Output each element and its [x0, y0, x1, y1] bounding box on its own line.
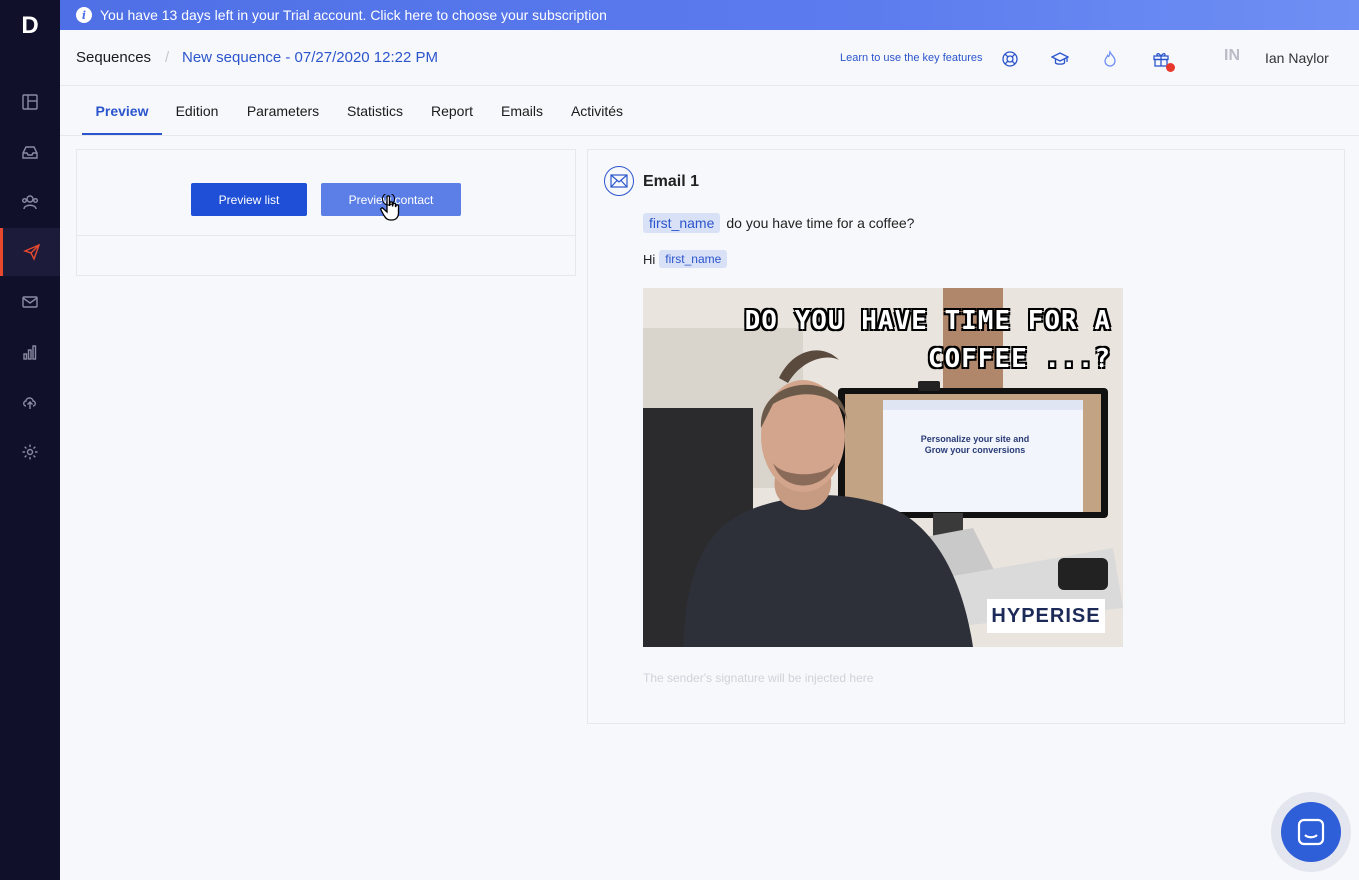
- header: Sequences / New sequence - 07/27/2020 12…: [60, 30, 1359, 86]
- learn-features-link[interactable]: Learn to use the key features: [840, 52, 982, 64]
- subject-variable-tag: first_name: [643, 213, 721, 233]
- monitor-text-line-2: Grow your conversions: [924, 445, 1026, 455]
- email-preview-card: Email 1 first_name do you have time for …: [587, 149, 1345, 724]
- tab-bar: Preview Edition Parameters Statistics Re…: [60, 86, 1359, 136]
- flame-icon[interactable]: [1101, 50, 1119, 68]
- sidebar-item-contacts[interactable]: [0, 178, 60, 226]
- hand-cursor-icon: [380, 194, 400, 221]
- mail-icon: [22, 296, 38, 308]
- greeting-variable-tag: first_name: [659, 250, 728, 268]
- graduation-cap-icon[interactable]: [1051, 50, 1069, 68]
- sidebar-item-inbox[interactable]: [0, 128, 60, 176]
- tab-statistics[interactable]: Statistics: [345, 86, 405, 135]
- personalized-video-image[interactable]: DO YOU HAVE TIME FOR A COFFEE ...? Perso…: [643, 288, 1123, 647]
- info-icon: i: [76, 7, 92, 23]
- notification-dot: [1166, 63, 1175, 72]
- sidebar: D: [0, 0, 60, 880]
- chat-widget-button[interactable]: [1271, 792, 1351, 872]
- user-name[interactable]: Ian Naylor: [1265, 50, 1329, 66]
- monitor-screen-text: Personalize your site and Grow your conv…: [905, 434, 1045, 456]
- video-headline-line-2: COFFEE ...?: [927, 344, 1111, 374]
- hyperise-logo: HYPERISE: [987, 599, 1105, 633]
- cloud-upload-icon: [23, 397, 36, 409]
- avatar[interactable]: IN: [1224, 47, 1240, 65]
- sidebar-item-emails[interactable]: [0, 278, 60, 326]
- preview-controls-card: Preview list Preview contact: [76, 149, 576, 276]
- contacts-icon: [22, 195, 38, 210]
- subject-text: do you have time for a coffee?: [726, 215, 915, 231]
- sidebar-item-sequences[interactable]: [0, 228, 60, 276]
- email-subject: first_name do you have time for a coffee…: [643, 213, 914, 233]
- chat-bubble: [1281, 802, 1341, 862]
- breadcrumb-separator: /: [165, 49, 170, 66]
- card-divider: [77, 235, 575, 236]
- breadcrumb-current-sequence[interactable]: New sequence - 07/27/2020 12:22 PM: [182, 49, 438, 66]
- layout-icon: [22, 94, 38, 110]
- sidebar-item-dashboard[interactable]: [0, 78, 60, 126]
- envelope-icon: [610, 174, 628, 188]
- email-badge: [604, 166, 634, 196]
- signature-placeholder: The sender's signature will be injected …: [643, 671, 874, 685]
- trial-banner-text: You have 13 days left in your Trial acco…: [100, 7, 607, 23]
- tab-emails[interactable]: Emails: [499, 86, 545, 135]
- app-logo[interactable]: D: [18, 14, 42, 38]
- trial-banner[interactable]: i You have 13 days left in your Trial ac…: [60, 0, 1359, 30]
- sidebar-item-upload[interactable]: [0, 378, 60, 426]
- video-headline: DO YOU HAVE TIME FOR A COFFEE ...?: [745, 302, 1111, 378]
- sidebar-item-statistics[interactable]: [0, 328, 60, 376]
- video-headline-line-1: DO YOU HAVE TIME FOR A: [744, 306, 1111, 336]
- tab-preview[interactable]: Preview: [82, 86, 162, 135]
- tab-parameters[interactable]: Parameters: [244, 86, 322, 135]
- send-icon: [22, 243, 40, 261]
- monitor-text-line-1: Personalize your site and: [920, 434, 1030, 444]
- sidebar-item-settings[interactable]: [0, 428, 60, 476]
- email-greeting: Hi first_name: [643, 250, 728, 268]
- help-lifebuoy-icon[interactable]: [1001, 50, 1019, 68]
- gear-icon: [22, 444, 38, 460]
- tab-activites[interactable]: Activités: [569, 86, 625, 135]
- email-title: Email 1: [643, 173, 700, 190]
- breadcrumb-sequences[interactable]: Sequences: [76, 49, 151, 66]
- bar-chart-icon: [23, 345, 37, 360]
- chat-icon: [1297, 818, 1325, 846]
- preview-list-button[interactable]: Preview list: [191, 183, 307, 216]
- tab-report[interactable]: Report: [429, 86, 475, 135]
- tab-edition[interactable]: Edition: [172, 86, 222, 135]
- inbox-icon: [22, 146, 38, 159]
- greeting-text: Hi: [643, 251, 656, 267]
